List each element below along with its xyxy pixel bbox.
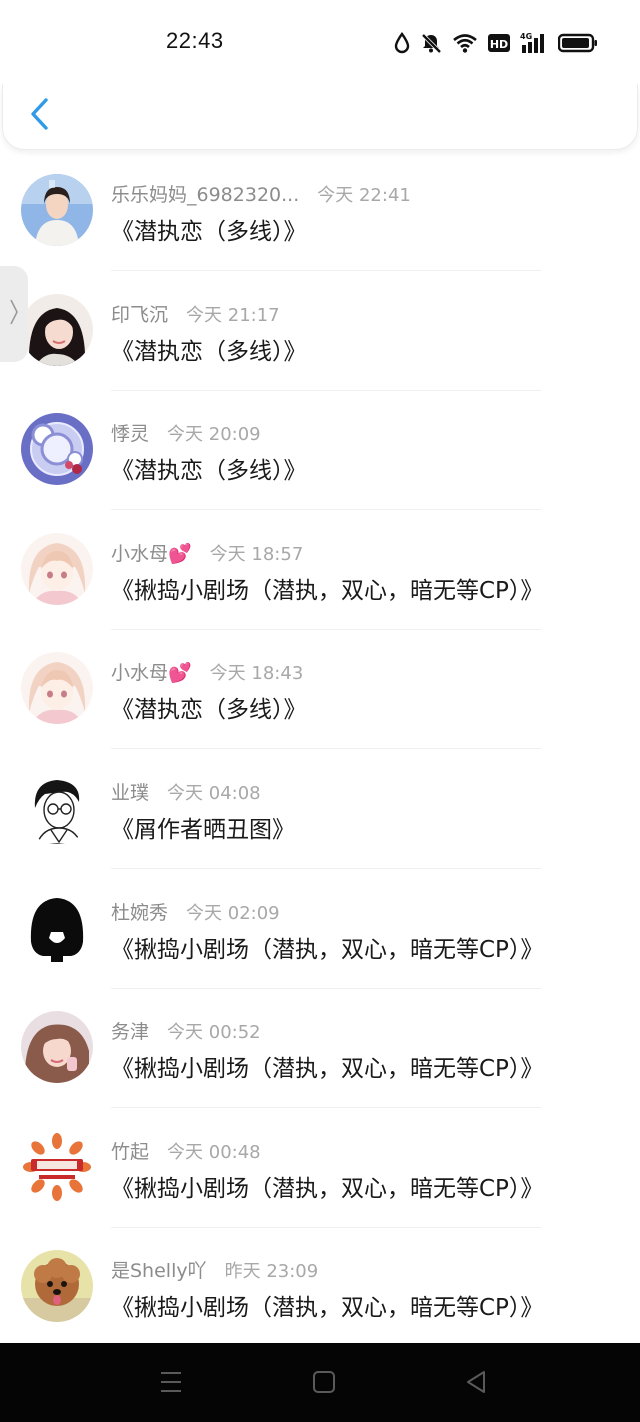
message-meta: 小水母💕 今天 18:43 <box>111 658 303 685</box>
hd-label: HD <box>490 38 508 51</box>
status-icons: HD 4G <box>394 30 598 56</box>
message-time: 昨天 23:09 <box>224 1261 319 1283</box>
list-item[interactable]: 是Shelly吖 昨天 23:09 《揪捣小剧场（潜执，双心，暗无等CP）》 <box>0 1228 640 1348</box>
avatar[interactable] <box>21 174 93 246</box>
message-time: 今天 02:09 <box>186 902 280 924</box>
message-meta: 杜婉秀 今天 02:09 <box>111 898 280 925</box>
sender-name: 务津 <box>111 1021 150 1044</box>
status-time: 22:43 <box>166 28 224 53</box>
avatar[interactable] <box>21 1250 93 1323</box>
avatar[interactable] <box>21 771 93 844</box>
list-item[interactable]: 业璞 今天 04:08 《屑作者晒丑图》 <box>0 750 640 870</box>
sender-name: 小水母💕 <box>111 662 192 685</box>
sender-name: 乐乐妈妈_6982320... <box>111 184 300 206</box>
message-time: 今天 22:41 <box>317 185 411 206</box>
list-item[interactable]: 小水母💕 今天 18:43 《潜执恋（多线）》 <box>0 630 640 750</box>
system-nav-bar <box>0 1343 640 1422</box>
message-meta: 是Shelly吖 昨天 23:09 <box>111 1256 318 1283</box>
sender-name: 竹起 <box>111 1140 150 1163</box>
sender-name: 印飞沉 <box>111 303 169 326</box>
list-item[interactable]: 印飞沉 今天 21:17 《潜执恋（多线）》 <box>0 272 640 392</box>
avatar[interactable] <box>21 293 93 366</box>
message-time: 今天 20:09 <box>167 424 261 446</box>
message-meta: 乐乐妈妈_6982320... 今天 22:41 <box>111 180 411 207</box>
back-triangle-icon[interactable] <box>464 1369 488 1399</box>
message-title: 《潜执恋（多线）》 <box>111 458 307 485</box>
message-time: 今天 18:43 <box>209 663 304 685</box>
network-label: 4G <box>520 32 532 41</box>
message-time: 今天 00:52 <box>167 1022 261 1044</box>
hd-icon: HD <box>488 33 510 53</box>
side-drawer-handle[interactable] <box>0 266 28 362</box>
bell-muted-icon <box>420 32 442 54</box>
message-title: 《揪捣小剧场（潜执，双心，暗无等CP）》 <box>111 577 544 604</box>
avatar[interactable] <box>21 532 93 605</box>
message-title: 《揪捣小剧场（潜执，双心，暗无等CP）》 <box>111 1295 544 1322</box>
message-meta: 悸灵 今天 20:09 <box>111 419 261 446</box>
message-meta: 务津 今天 00:52 <box>111 1017 261 1044</box>
back-button[interactable] <box>21 96 57 136</box>
sender-name: 杜婉秀 <box>111 901 169 924</box>
nav-bar <box>2 84 638 150</box>
message-time: 今天 18:57 <box>209 543 304 565</box>
message-title: 《潜执恋（多线）》 <box>111 219 307 245</box>
sender-name: 悸灵 <box>111 423 150 446</box>
drop-icon <box>394 32 410 54</box>
list-item[interactable]: 乐乐妈妈_6982320... 今天 22:41 《潜执恋（多线）》 <box>0 152 640 272</box>
list-item[interactable]: 竹起 今天 00:48 《揪捣小剧场（潜执，双心，暗无等CP）》 <box>0 1109 640 1229</box>
message-list: 乐乐妈妈_6982320... 今天 22:41 《潜执恋（多线）》 印飞沉 今天 … <box>0 152 640 1348</box>
message-meta: 竹起 今天 00:48 <box>111 1137 261 1164</box>
list-item[interactable]: 悸灵 今天 20:09 《潜执恋（多线）》 <box>0 391 640 511</box>
message-meta: 小水母💕 今天 18:57 <box>111 539 303 566</box>
message-time: 今天 04:08 <box>167 782 261 804</box>
list-item[interactable]: 杜婉秀 今天 02:09 《揪捣小剧场（潜执，双心，暗无等CP）》 <box>0 870 640 990</box>
status-bar: 22:43 HD 4G <box>0 0 640 84</box>
signal-4g-icon: 4G <box>520 31 548 55</box>
message-title: 《潜执恋（多线）》 <box>111 338 307 365</box>
avatar[interactable] <box>21 413 93 486</box>
avatar[interactable] <box>21 1011 93 1084</box>
sender-name: 是Shelly吖 <box>111 1260 207 1283</box>
list-item[interactable]: 务津 今天 00:52 《揪捣小剧场（潜执，双心，暗无等CP）》 <box>0 989 640 1109</box>
message-meta: 业璞 今天 04:08 <box>111 778 261 805</box>
avatar[interactable] <box>21 652 93 725</box>
battery-icon <box>558 33 598 53</box>
message-title: 《揪捣小剧场（潜执，双心，暗无等CP）》 <box>111 1056 544 1083</box>
list-item[interactable]: 小水母💕 今天 18:57 《揪捣小剧场（潜执，双心，暗无等CP）》 <box>0 511 640 631</box>
avatar[interactable] <box>21 891 93 964</box>
sender-name: 业璞 <box>111 781 150 804</box>
chevron-right-icon <box>9 298 19 330</box>
message-title: 《屑作者晒丑图》 <box>111 816 295 843</box>
home-icon[interactable] <box>312 1369 336 1399</box>
message-meta: 印飞沉 今天 21:17 <box>111 300 280 327</box>
message-title: 《潜执恋（多线）》 <box>111 697 307 724</box>
wifi-icon <box>452 32 478 54</box>
message-time: 今天 00:48 <box>167 1141 261 1163</box>
avatar[interactable] <box>21 1130 93 1203</box>
message-time: 今天 21:17 <box>186 304 280 326</box>
chevron-left-icon <box>28 97 50 135</box>
menu-icon[interactable] <box>159 1369 183 1399</box>
message-title: 《揪捣小剧场（潜执，双心，暗无等CP）》 <box>111 1175 544 1202</box>
sender-name: 小水母💕 <box>111 542 192 565</box>
message-title: 《揪捣小剧场（潜执，双心，暗无等CP）》 <box>111 936 544 963</box>
